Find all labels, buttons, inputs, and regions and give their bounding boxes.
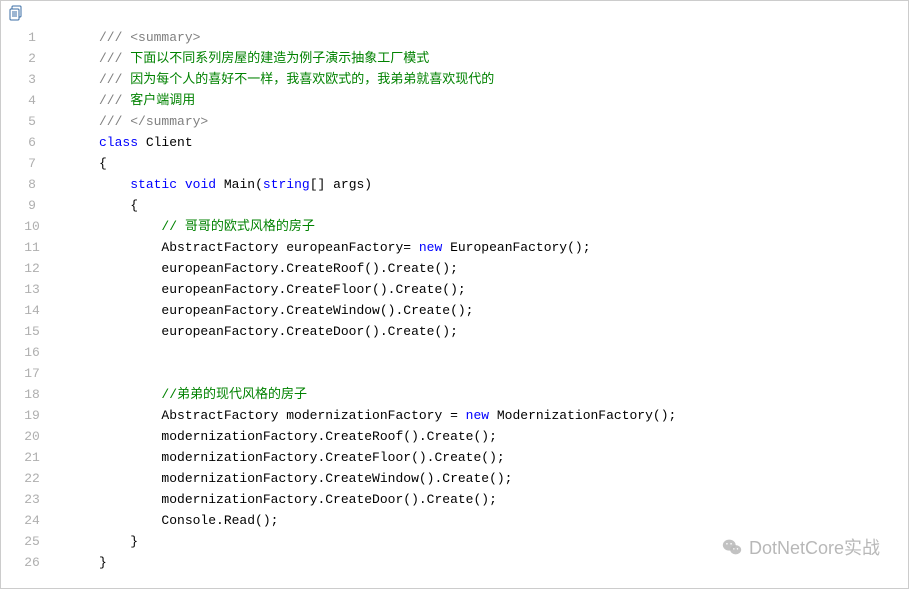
code-line: modernizationFactory.CreateRoof().Create… (99, 426, 908, 447)
code-line: AbstractFactory europeanFactory= new Eur… (99, 237, 908, 258)
code-line: // 哥哥的欧式风格的房子 (99, 216, 908, 237)
line-number: 8 (1, 174, 63, 195)
code-line (99, 342, 908, 363)
code-line: } (99, 531, 908, 552)
line-number: 15 (1, 321, 63, 342)
code-line: //弟弟的现代风格的房子 (99, 384, 908, 405)
code-line: modernizationFactory.CreateDoor().Create… (99, 489, 908, 510)
code-line: class Client (99, 132, 908, 153)
toolbar (9, 5, 25, 25)
token-keyword: new (466, 408, 489, 423)
token-keyword: string (263, 177, 310, 192)
line-number: 22 (1, 468, 63, 489)
token-keyword: static (130, 177, 177, 192)
code-line: europeanFactory.CreateRoof().Create(); (99, 258, 908, 279)
token-plain: europeanFactory.CreateRoof().Create(); (161, 261, 457, 276)
token-plain: EuropeanFactory(); (442, 240, 590, 255)
code-line: } (99, 552, 908, 573)
token-keyword: new (419, 240, 442, 255)
token-plain: modernizationFactory.CreateFloor().Creat… (161, 450, 504, 465)
line-number: 17 (1, 363, 63, 384)
token-summary: /// (99, 51, 130, 66)
token-plain: } (99, 555, 107, 570)
token-summary: </summary> (130, 114, 208, 129)
code-line: /// <summary> (99, 27, 908, 48)
code-line: Console.Read(); (99, 510, 908, 531)
token-keyword: void (185, 177, 216, 192)
code-line: /// 因为每个人的喜好不一样，我喜欢欧式的，我弟弟就喜欢现代的 (99, 69, 908, 90)
line-number: 13 (1, 279, 63, 300)
token-plain: AbstractFactory modernizationFactory = (161, 408, 465, 423)
code-line: modernizationFactory.CreateWindow().Crea… (99, 468, 908, 489)
token-plain: } (130, 534, 138, 549)
token-plain (177, 177, 185, 192)
token-plain: modernizationFactory.CreateDoor().Create… (161, 492, 496, 507)
code-line: /// 客户端调用 (99, 90, 908, 111)
line-number: 2 (1, 48, 63, 69)
line-number: 11 (1, 237, 63, 258)
token-summary: /// (99, 30, 130, 45)
code-line: AbstractFactory modernizationFactory = n… (99, 405, 908, 426)
line-number: 4 (1, 90, 63, 111)
token-comment: //弟弟的现代风格的房子 (161, 387, 307, 402)
code-line: europeanFactory.CreateFloor().Create(); (99, 279, 908, 300)
code-body: 1234567891011121314151617181920212223242… (1, 7, 908, 573)
code-content: /// <summary>/// 下面以不同系列房屋的建造为例子演示抽象工厂模式… (63, 27, 908, 573)
token-summary: /// (99, 114, 130, 129)
code-line: /// 下面以不同系列房屋的建造为例子演示抽象工厂模式 (99, 48, 908, 69)
line-number-gutter: 1234567891011121314151617181920212223242… (1, 27, 63, 573)
token-plain: Console.Read(); (161, 513, 278, 528)
token-comment: 客户端调用 (130, 93, 195, 108)
line-number: 18 (1, 384, 63, 405)
code-line: { (99, 153, 908, 174)
line-number: 19 (1, 405, 63, 426)
line-number: 14 (1, 300, 63, 321)
token-comment: 下面以不同系列房屋的建造为例子演示抽象工厂模式 (130, 51, 429, 66)
line-number: 21 (1, 447, 63, 468)
token-summary: <summary> (130, 30, 200, 45)
code-line: { (99, 195, 908, 216)
code-line: static void Main(string[] args) (99, 174, 908, 195)
line-number: 25 (1, 531, 63, 552)
line-number: 26 (1, 552, 63, 573)
line-number: 12 (1, 258, 63, 279)
code-line (99, 363, 908, 384)
token-plain: europeanFactory.CreateWindow().Create(); (161, 303, 473, 318)
token-plain: { (99, 156, 107, 171)
line-number: 9 (1, 195, 63, 216)
code-line: europeanFactory.CreateWindow().Create(); (99, 300, 908, 321)
line-number: 10 (1, 216, 63, 237)
token-plain: ModernizationFactory(); (489, 408, 676, 423)
token-summary: /// (99, 72, 130, 87)
token-plain: [] args) (310, 177, 372, 192)
copy-icon[interactable] (9, 5, 25, 21)
line-number: 23 (1, 489, 63, 510)
token-plain: Client (138, 135, 193, 150)
code-snippet-container: 1234567891011121314151617181920212223242… (0, 0, 909, 589)
line-number: 20 (1, 426, 63, 447)
token-plain: AbstractFactory europeanFactory= (161, 240, 418, 255)
line-number: 1 (1, 27, 63, 48)
token-summary: /// (99, 93, 130, 108)
line-number: 6 (1, 132, 63, 153)
line-number: 3 (1, 69, 63, 90)
line-number: 24 (1, 510, 63, 531)
token-comment: // 哥哥的欧式风格的房子 (161, 219, 314, 234)
line-number: 7 (1, 153, 63, 174)
token-plain: europeanFactory.CreateFloor().Create(); (161, 282, 465, 297)
token-plain: { (130, 198, 138, 213)
line-number: 16 (1, 342, 63, 363)
token-keyword: class (99, 135, 138, 150)
code-line: modernizationFactory.CreateFloor().Creat… (99, 447, 908, 468)
code-line: europeanFactory.CreateDoor().Create(); (99, 321, 908, 342)
token-comment: 因为每个人的喜好不一样，我喜欢欧式的，我弟弟就喜欢现代的 (130, 72, 494, 87)
token-plain: modernizationFactory.CreateRoof().Create… (161, 429, 496, 444)
token-plain: modernizationFactory.CreateWindow().Crea… (161, 471, 512, 486)
token-plain: Main( (216, 177, 263, 192)
line-number: 5 (1, 111, 63, 132)
token-plain: europeanFactory.CreateDoor().Create(); (161, 324, 457, 339)
code-line: /// </summary> (99, 111, 908, 132)
